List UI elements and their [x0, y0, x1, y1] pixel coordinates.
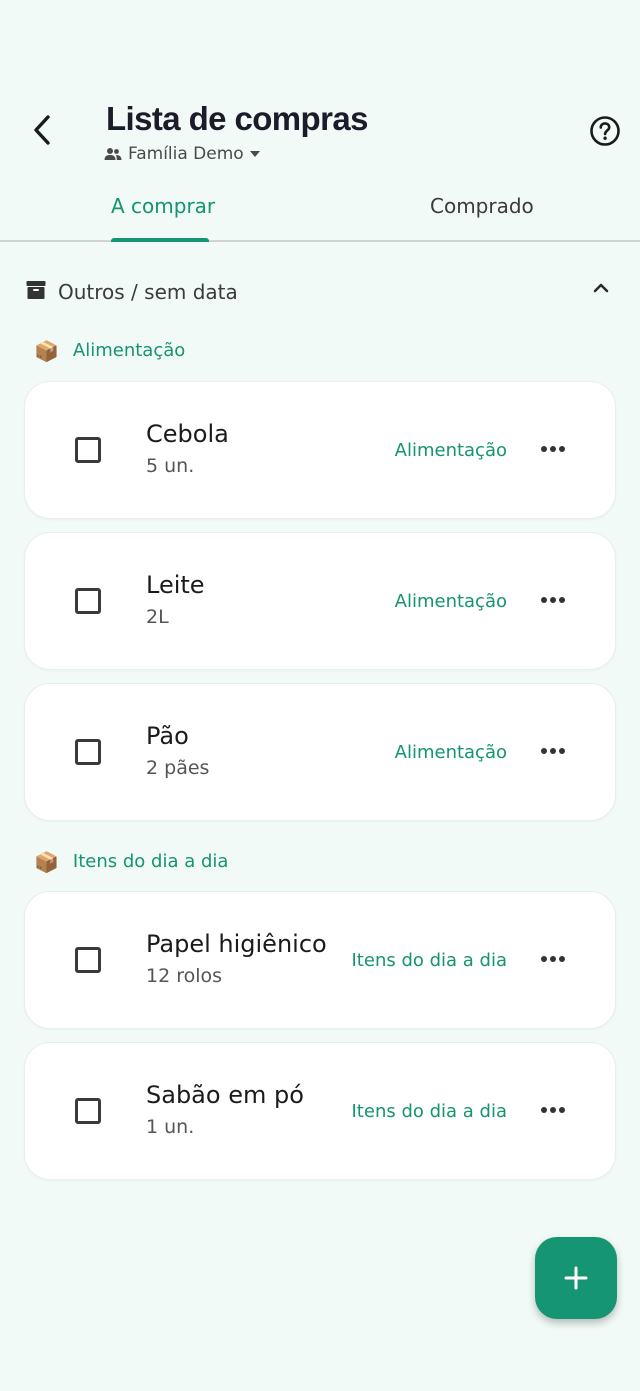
item-checkbox[interactable]	[75, 1098, 101, 1124]
item-category-tag[interactable]: Alimentação	[395, 440, 507, 461]
chevron-up-icon	[593, 283, 609, 293]
more-horizontal-icon	[541, 956, 565, 962]
item-name: Leite	[146, 571, 205, 599]
tab-to-buy[interactable]: A comprar	[111, 194, 215, 218]
list-item: Papel higiênico 12 rolos Itens do dia a …	[24, 891, 616, 1029]
item-more-button[interactable]	[531, 434, 575, 464]
item-more-button[interactable]	[531, 736, 575, 766]
package-icon: 📦	[34, 849, 59, 874]
item-category-tag[interactable]: Alimentação	[395, 591, 507, 612]
family-name: Família Demo	[128, 144, 244, 164]
item-quantity: 5 un.	[146, 455, 195, 477]
back-button[interactable]	[22, 110, 62, 150]
page-title: Lista de compras	[106, 100, 368, 137]
help-circle-icon	[590, 116, 620, 146]
item-checkbox[interactable]	[75, 437, 101, 463]
plus-icon	[564, 1266, 588, 1290]
item-category-tag[interactable]: Itens do dia a dia	[352, 950, 508, 971]
item-name: Papel higiênico	[146, 930, 327, 958]
category-header-daily: 📦 Itens do dia a dia	[34, 851, 228, 872]
caret-down-icon	[249, 151, 260, 157]
package-icon: 📦	[34, 338, 59, 363]
tab-indicator	[111, 238, 209, 242]
more-horizontal-icon	[541, 597, 565, 603]
item-more-button[interactable]	[531, 944, 575, 974]
item-more-button[interactable]	[531, 585, 575, 615]
item-name: Cebola	[146, 420, 229, 448]
category-label: Itens do dia a dia	[72, 851, 229, 872]
tab-bar: A comprar Comprado	[0, 180, 640, 242]
section-title: Outros / sem data	[58, 280, 238, 304]
list-item: Leite 2L Alimentação	[24, 532, 616, 670]
header: Lista de compras Família Demo	[0, 0, 640, 190]
item-quantity: 2L	[146, 606, 169, 628]
add-item-button[interactable]	[535, 1237, 617, 1319]
tab-bought[interactable]: Comprado	[430, 194, 534, 218]
item-category-tag[interactable]: Alimentação	[395, 742, 507, 763]
item-name: Pão	[146, 722, 189, 750]
more-horizontal-icon	[541, 446, 565, 452]
item-quantity: 2 pães	[146, 757, 210, 779]
category-header-food: 📦 Alimentação	[34, 340, 185, 361]
item-name: Sabão em pó	[146, 1081, 304, 1109]
list-item: Pão 2 pães Alimentação	[24, 683, 616, 821]
more-horizontal-icon	[541, 748, 565, 754]
family-selector[interactable]: Família Demo	[104, 144, 260, 164]
item-checkbox[interactable]	[75, 947, 101, 973]
arrow-left-icon	[34, 115, 50, 145]
archive-icon	[26, 281, 46, 299]
item-checkbox[interactable]	[75, 588, 101, 614]
item-category-tag[interactable]: Itens do dia a dia	[352, 1101, 508, 1122]
item-checkbox[interactable]	[75, 739, 101, 765]
shopping-list-screen: Lista de compras Família Demo A comprar …	[0, 0, 640, 1391]
list-item: Cebola 5 un. Alimentação	[24, 381, 616, 519]
people-icon	[104, 148, 122, 160]
list-item: Sabão em pó 1 un. Itens do dia a dia	[24, 1042, 616, 1180]
section-header[interactable]: Outros / sem data	[0, 276, 640, 310]
category-label: Alimentação	[72, 340, 186, 361]
item-more-button[interactable]	[531, 1095, 575, 1125]
more-horizontal-icon	[541, 1107, 565, 1113]
item-quantity: 1 un.	[146, 1116, 195, 1138]
item-quantity: 12 rolos	[146, 965, 223, 987]
help-button[interactable]	[586, 112, 624, 150]
